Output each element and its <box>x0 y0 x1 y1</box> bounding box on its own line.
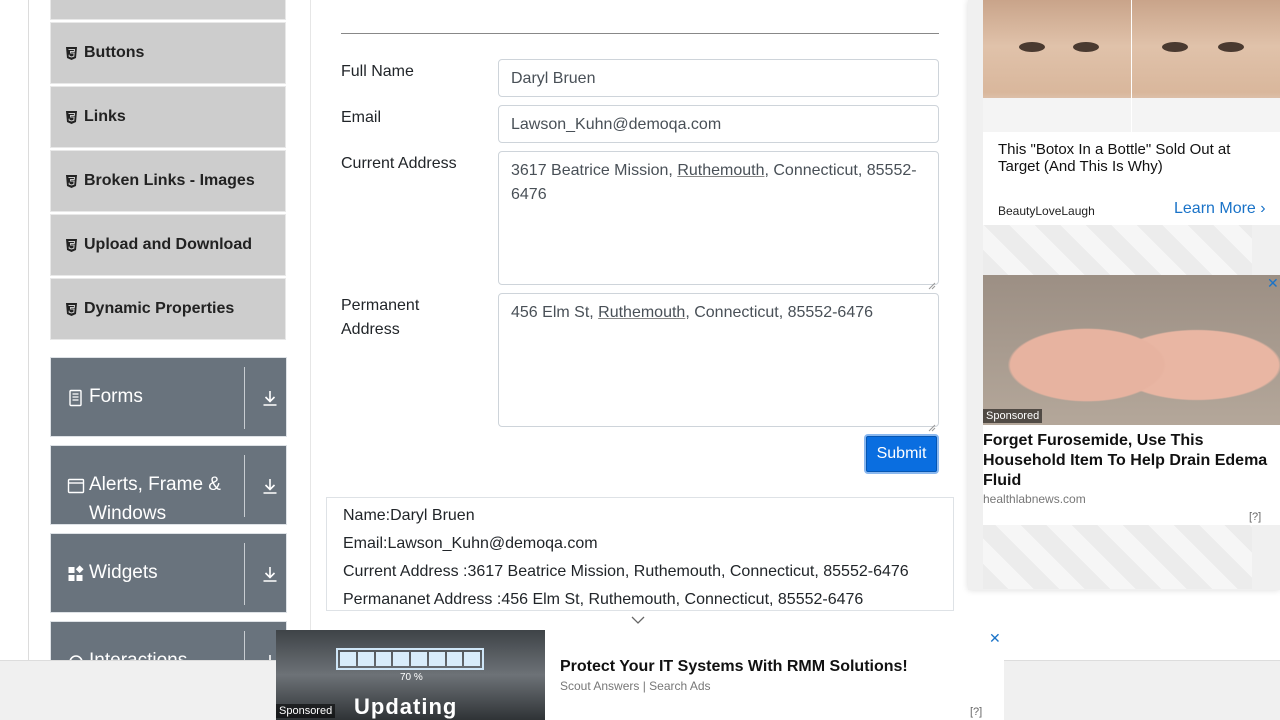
group-divider <box>244 455 245 517</box>
learn-more-link[interactable]: Learn More › <box>1174 200 1266 218</box>
sidebar-left-border <box>28 0 29 660</box>
ad-image-feet <box>983 275 1280 425</box>
full-name-input[interactable]: Daryl Bruen <box>498 59 939 97</box>
resize-grip-icon[interactable] <box>928 416 936 432</box>
download-icon[interactable] <box>261 477 279 495</box>
sidebar-item-broken-links[interactable]: Broken Links - Images <box>50 150 286 212</box>
page: Buttons Links Broken Links - Images Uplo… <box>0 0 1280 720</box>
permanent-address-textarea[interactable]: 456 Elm St, Ruthemouth, Connecticut, 855… <box>498 293 939 432</box>
html5-icon <box>65 46 77 60</box>
full-name-label: Full Name <box>341 63 414 80</box>
current-address-textarea[interactable]: 3617 Beatrice Mission, Ruthemouth, Conne… <box>498 151 939 290</box>
ad-headline[interactable]: This "Botox In a Bottle" Sold Out at Tar… <box>998 141 1273 175</box>
sidebar-item-partial[interactable] <box>50 0 286 20</box>
ad-headline[interactable]: Protect Your IT Systems With RMM Solutio… <box>560 658 908 676</box>
permanent-address-part: 456 Elm St, <box>511 304 599 321</box>
submit-button[interactable]: Submit <box>864 434 939 474</box>
group-divider <box>244 367 245 429</box>
permanent-address-part: , Connecticut, 85552-6476 <box>685 304 874 321</box>
form-top-divider <box>341 33 939 34</box>
email-label: Email <box>341 109 382 126</box>
ad-source: Scout Answers | Search Ads <box>560 679 711 693</box>
sidebar-item-label: Broken Links - Images <box>84 172 255 189</box>
sidebar-group-forms[interactable]: Forms <box>50 357 287 437</box>
current-address-spellcheck-word: Ruthemouth <box>677 162 765 179</box>
sidebar-group-label: Forms <box>89 386 143 407</box>
sidebar-item-label: Links <box>84 108 126 125</box>
window-icon <box>67 477 85 495</box>
html5-icon <box>65 302 77 316</box>
sidebar-item-buttons[interactable]: Buttons <box>50 22 286 84</box>
current-address-part: 3617 Beatrice Mission, <box>511 162 678 179</box>
current-address-label: Current Address <box>341 155 457 172</box>
sponsored-tag: Sponsored <box>276 704 336 718</box>
email-value: Lawson_Kuhn@demoqa.com <box>511 116 722 133</box>
ad-image-face <box>1132 0 1280 132</box>
ad-botox[interactable]: This "Botox In a Bottle" Sold Out at Tar… <box>983 0 1280 225</box>
download-icon[interactable] <box>261 565 279 583</box>
sidebar-item-dynamic-properties[interactable]: Dynamic Properties <box>50 278 286 340</box>
sidebar-item-links[interactable]: Links <box>50 86 286 148</box>
permanent-address-spellcheck-word: Ruthemouth <box>598 304 686 321</box>
chevron-right-icon: › <box>1260 200 1266 217</box>
progress-bars <box>336 648 484 670</box>
sidebar-item-label: Dynamic Properties <box>84 300 235 317</box>
sidebar-item-label: Upload and Download <box>84 236 252 253</box>
html5-icon <box>65 238 77 252</box>
output-current-address: Current Address :3617 Beatrice Mission, … <box>343 563 909 580</box>
sidebar-item-label: Buttons <box>84 44 145 61</box>
sidebar-group-alerts[interactable]: Alerts, Frame & Windows <box>50 445 287 525</box>
progress-percent: 70 % <box>400 672 423 683</box>
email-input[interactable]: Lawson_Kuhn@demoqa.com <box>498 105 939 143</box>
sponsored-tag: Sponsored <box>983 409 1043 423</box>
output-email: Email:Lawson_Kuhn@demoqa.com <box>343 535 598 552</box>
output-panel: Name:Daryl Bruen Email:Lawson_Kuhn@demoq… <box>326 497 954 611</box>
full-name-value: Daryl Bruen <box>511 70 596 87</box>
chevron-down-icon[interactable] <box>631 612 645 624</box>
sidebar-group-label: Widgets <box>89 562 158 583</box>
close-icon[interactable]: ✕ <box>1267 275 1279 292</box>
ad-help-link[interactable]: [?] <box>970 706 982 718</box>
updating-text: Updating <box>354 694 458 719</box>
ad-edema[interactable]: Sponsored Forget Furosemide, Use This Ho… <box>983 275 1280 525</box>
form-icon <box>67 389 85 407</box>
html5-icon <box>65 110 77 124</box>
widgets-icon <box>67 565 85 583</box>
sidebar-group-label: Alerts, Frame & Windows <box>89 474 221 524</box>
ad-pattern <box>983 525 1252 589</box>
ad-headline[interactable]: Forget Furosemide, Use This Household It… <box>983 431 1278 491</box>
output-permanent-address: Permananet Address :456 Elm St, Ruthemou… <box>343 591 864 608</box>
close-icon[interactable]: ✕ <box>989 630 1001 647</box>
group-divider <box>244 543 245 605</box>
ad-rmm[interactable]: 70 % Updating Sponsored Protect Your IT … <box>276 630 1004 720</box>
download-icon[interactable] <box>261 389 279 407</box>
resize-grip-icon[interactable] <box>928 274 936 290</box>
output-name: Name:Daryl Bruen <box>343 507 475 524</box>
ad-pattern <box>983 225 1252 275</box>
sidebar-group-widgets[interactable]: Widgets <box>50 533 287 613</box>
ad-image-face <box>983 0 1131 132</box>
permanent-address-label: Permanent Address <box>341 297 420 338</box>
ad-source: healthlabnews.com <box>983 492 1086 506</box>
html5-icon <box>65 174 77 188</box>
ad-help-link[interactable]: [?] <box>1249 511 1261 523</box>
ad-source: BeautyLoveLaugh <box>998 204 1095 218</box>
learn-more-label: Learn More <box>1174 200 1256 217</box>
sidebar-item-upload-download[interactable]: Upload and Download <box>50 214 286 276</box>
sidebar-right-border <box>310 0 311 660</box>
